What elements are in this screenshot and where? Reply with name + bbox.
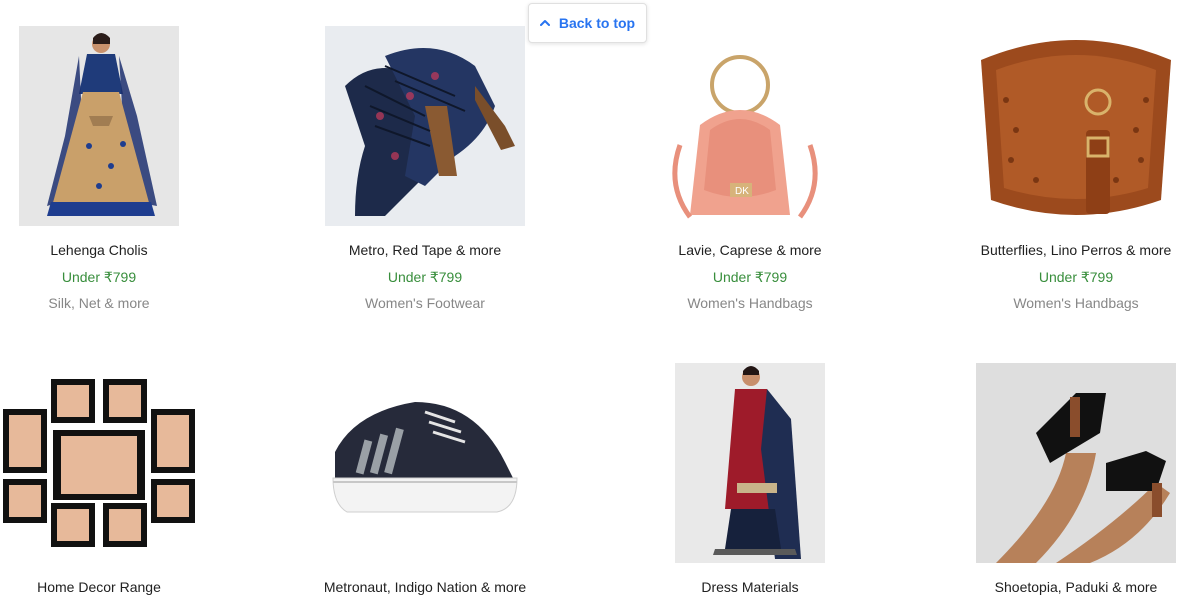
product-subtitle: Women's Footwear (365, 295, 485, 311)
dress-material-image[interactable] (675, 363, 825, 563)
product-title[interactable]: Lehenga Cholis (0, 242, 229, 258)
product-title[interactable]: Lavie, Caprese & more (620, 242, 880, 258)
product-price: Under ₹799 (712, 269, 788, 285)
sneaker-image[interactable] (325, 392, 525, 522)
chevron-up-icon (539, 20, 550, 26)
product-title[interactable]: Metronaut, Indigo Nation & more (295, 579, 555, 595)
product-subtitle: Women's Handbags (1013, 295, 1139, 311)
photo-frames-image[interactable] (0, 375, 199, 555)
heeled-sandals-image[interactable] (325, 26, 525, 226)
back-to-top-button[interactable]: Back to top (528, 3, 647, 43)
product-title[interactable]: Home Decor Range (0, 579, 229, 595)
product-price: Under ₹799 (387, 269, 463, 285)
back-to-top-label: Back to top (558, 15, 636, 31)
product-subtitle: Women's Handbags (687, 295, 813, 311)
product-subtitle: Silk, Net & more (48, 295, 150, 311)
pink-handbag-image[interactable]: DK (650, 45, 850, 225)
product-title[interactable]: Metro, Red Tape & more (295, 242, 555, 258)
product-title[interactable]: Dress Materials (620, 579, 880, 595)
product-price: Under ₹799 (61, 269, 137, 285)
lehenga-choli-image[interactable] (19, 26, 179, 226)
brown-sling-bag-image[interactable] (976, 30, 1176, 220)
product-title[interactable]: Butterflies, Lino Perros & more (946, 242, 1185, 258)
svg-text:DK: DK (735, 186, 749, 197)
product-title[interactable]: Shoetopia, Paduki & more (946, 579, 1185, 595)
ankle-boots-image[interactable] (976, 363, 1176, 563)
product-grid: Lehenga Cholis Under ₹799 Silk, Net & mo… (0, 0, 1185, 598)
product-price: Under ₹799 (1038, 269, 1114, 285)
